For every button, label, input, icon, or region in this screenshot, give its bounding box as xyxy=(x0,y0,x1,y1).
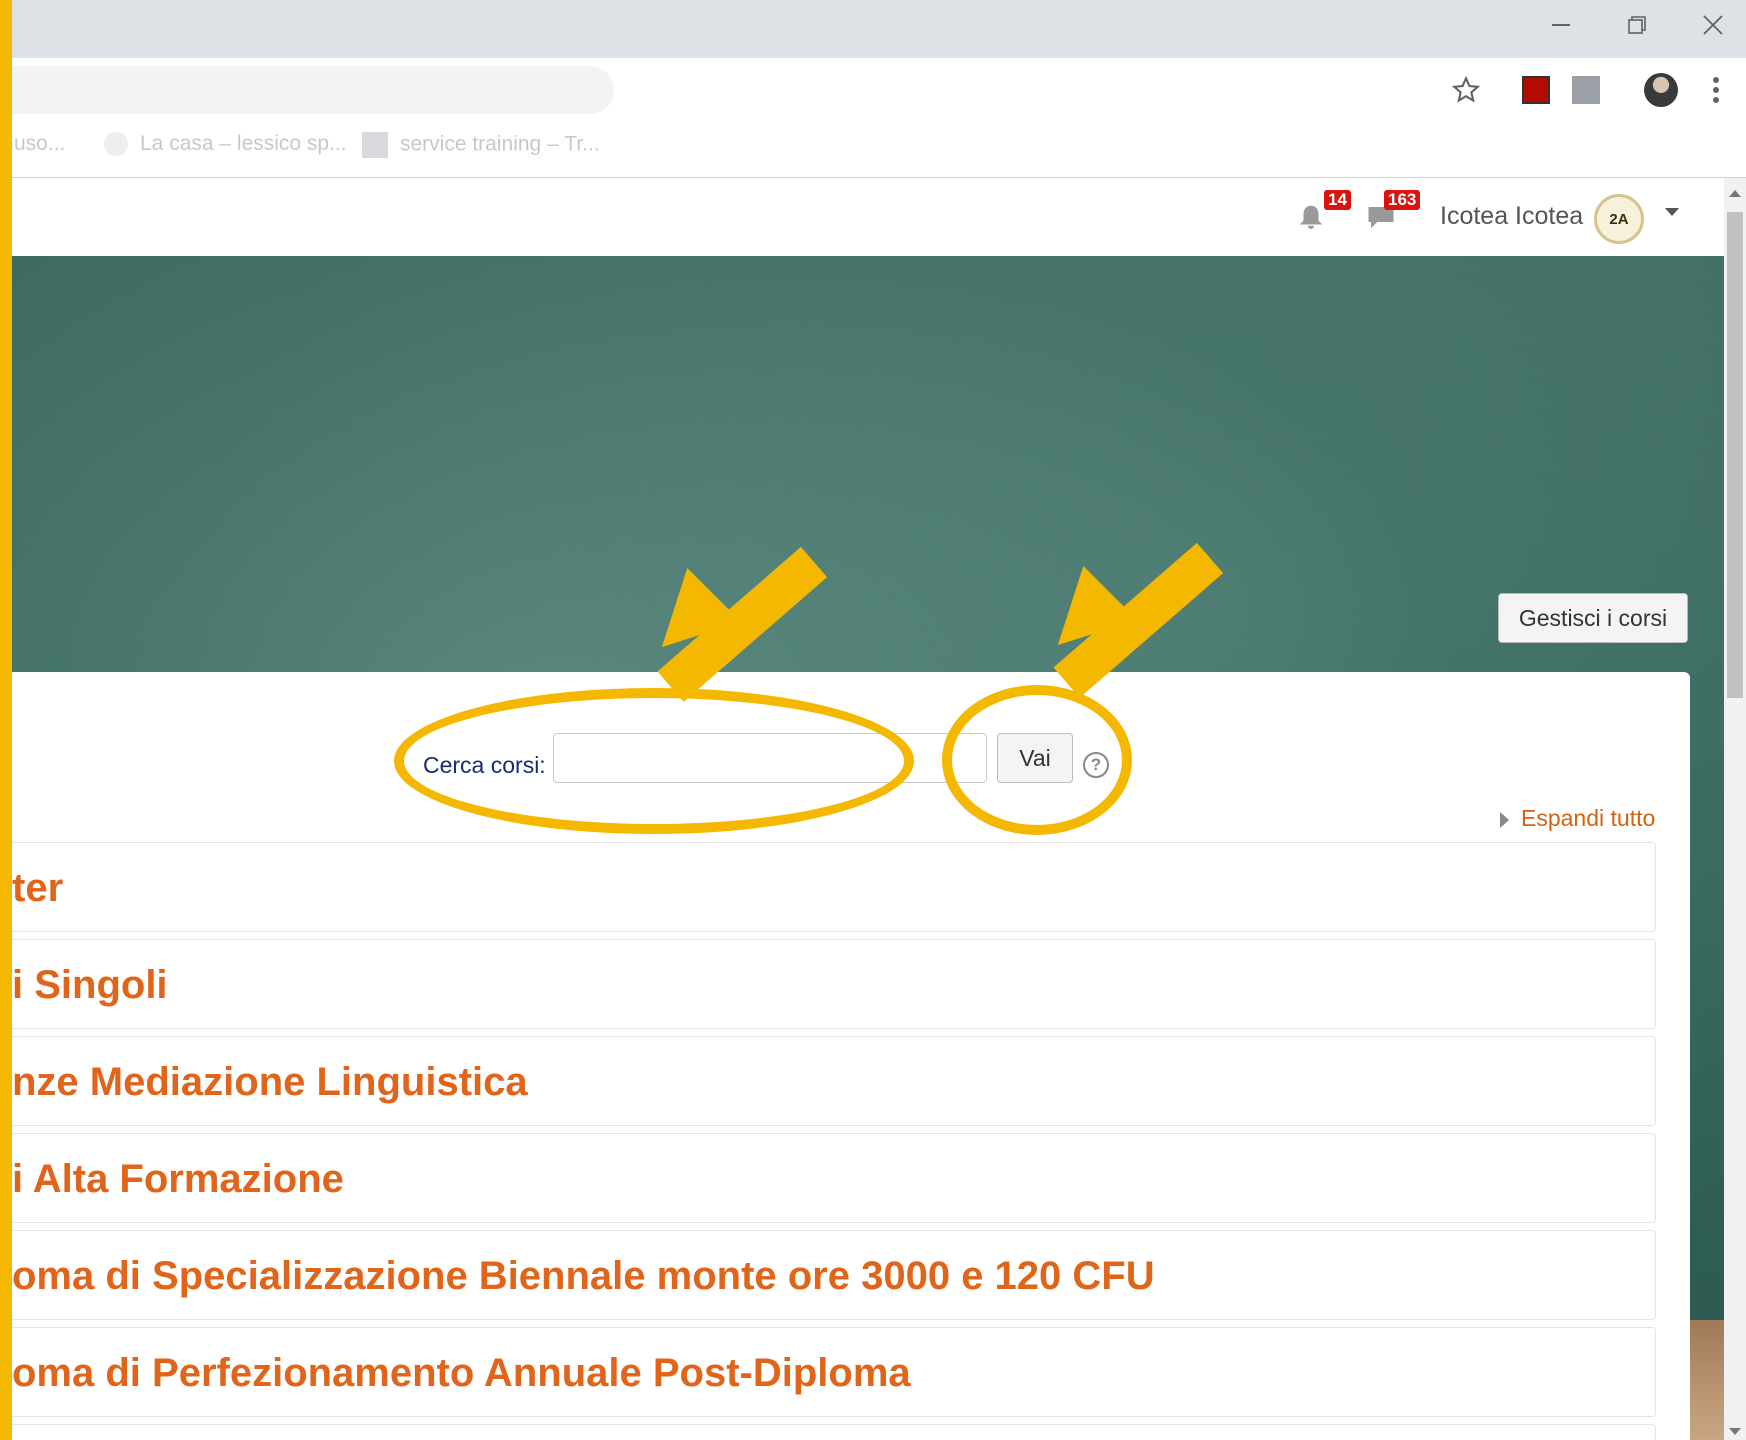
bookmark-item[interactable]: uso... xyxy=(14,132,65,156)
pdf-extension-icon[interactable] xyxy=(1518,72,1554,108)
scroll-down-icon[interactable] xyxy=(1729,1428,1741,1435)
bookmark-star-icon[interactable] xyxy=(1448,72,1484,108)
category-row[interactable]: i Singoli xyxy=(12,939,1656,1029)
category-row[interactable] xyxy=(12,1424,1656,1440)
left-yellow-frame xyxy=(0,0,12,1440)
address-bar[interactable] xyxy=(0,66,614,114)
bookmark-label: La casa – lessico sp... xyxy=(140,132,347,155)
bookmark-item[interactable]: La casa – lessico sp... xyxy=(104,132,347,157)
browser-menu-icon[interactable] xyxy=(1698,72,1734,108)
window-titlebar xyxy=(0,0,1746,58)
category-row[interactable]: oma di Specializzazione Biennale monte o… xyxy=(12,1230,1656,1320)
minimize-icon[interactable] xyxy=(1522,0,1600,50)
category-row[interactable]: oma di Perfezionamento Annuale Post-Dipl… xyxy=(12,1327,1656,1417)
caret-right-icon xyxy=(1500,811,1509,828)
annotation-ellipse-search xyxy=(394,688,914,834)
user-avatar[interactable]: 2A xyxy=(1594,194,1644,244)
category-title[interactable]: nze Mediazione Linguistica xyxy=(12,1060,528,1105)
extension-icon[interactable] xyxy=(1568,72,1604,108)
expand-all-link[interactable]: Espandi tutto xyxy=(1500,805,1655,832)
category-row[interactable]: i Alta Formazione xyxy=(12,1133,1656,1223)
close-icon[interactable] xyxy=(1674,0,1746,50)
hero-floor-detail xyxy=(1690,1320,1724,1440)
site-icon xyxy=(362,132,388,158)
category-row[interactable]: ter xyxy=(12,842,1656,932)
category-title[interactable]: oma di Specializzazione Biennale monte o… xyxy=(12,1254,1155,1299)
manage-courses-button[interactable]: Gestisci i corsi xyxy=(1498,593,1688,643)
restore-icon[interactable] xyxy=(1598,0,1676,50)
notifications-bell-icon[interactable] xyxy=(1296,202,1326,237)
category-title[interactable]: i Alta Formazione xyxy=(12,1157,344,1202)
user-name[interactable]: Icotea Icotea xyxy=(1440,202,1583,231)
bookmark-item[interactable]: service training – Tr... xyxy=(362,132,600,158)
expand-all-label: Espandi tutto xyxy=(1521,805,1656,831)
category-title[interactable]: i Singoli xyxy=(12,963,168,1008)
scroll-up-icon[interactable] xyxy=(1729,190,1741,197)
user-menu-caret-icon[interactable] xyxy=(1665,208,1679,216)
notifications-count-badge: 14 xyxy=(1324,190,1351,210)
globe-icon xyxy=(104,132,128,157)
category-row[interactable]: nze Mediazione Linguistica xyxy=(12,1036,1656,1126)
category-title[interactable]: oma di Perfezionamento Annuale Post-Dipl… xyxy=(12,1351,911,1396)
category-title[interactable]: ter xyxy=(12,866,63,911)
bookmark-label: service training – Tr... xyxy=(400,132,600,156)
scrollbar-thumb[interactable] xyxy=(1727,212,1743,698)
messages-count-badge: 163 xyxy=(1384,190,1421,210)
annotation-ellipse-go xyxy=(942,685,1132,835)
profile-avatar-icon[interactable] xyxy=(1643,72,1679,108)
